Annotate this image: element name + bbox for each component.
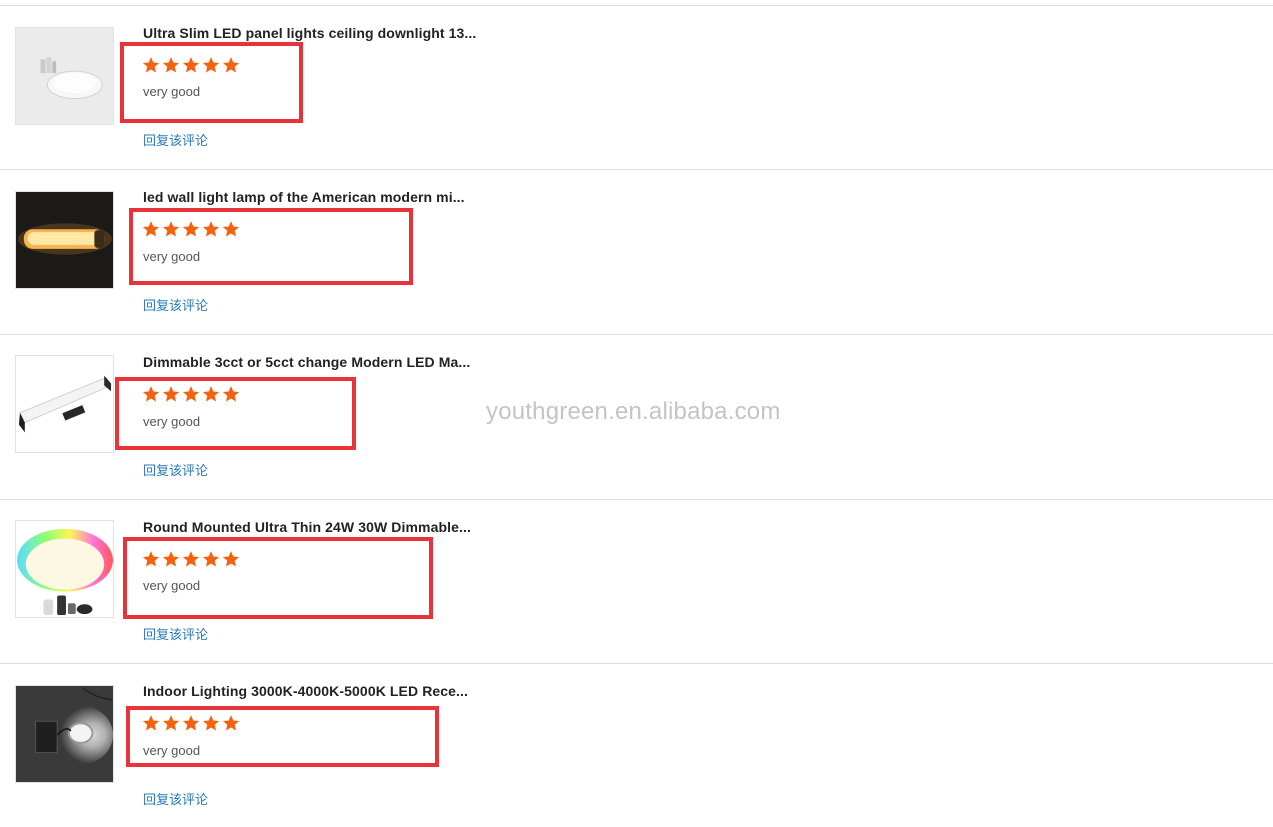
star-icon	[182, 56, 200, 74]
star-icon	[222, 550, 240, 568]
star-icon	[222, 220, 240, 238]
star-icon	[162, 220, 180, 238]
star-rating	[142, 550, 240, 568]
star-icon	[222, 385, 240, 403]
divider	[0, 499, 1273, 500]
review-comment: very good	[143, 249, 201, 264]
star-icon	[142, 385, 160, 403]
review-list-page: Ultra Slim LED panel lights ceiling down…	[0, 0, 1273, 827]
product-title[interactable]: Ultra Slim LED panel lights ceiling down…	[143, 25, 488, 41]
review-comment: very good	[143, 743, 201, 758]
star-icon	[162, 56, 180, 74]
recessed-downlight-icon[interactable]	[15, 685, 114, 783]
review-comment: very good	[143, 84, 201, 99]
divider	[0, 169, 1273, 170]
round-panel-light-icon[interactable]	[15, 27, 114, 125]
product-title[interactable]: Round Mounted Ultra Thin 24W 30W Dimmabl…	[143, 519, 488, 535]
star-icon	[142, 56, 160, 74]
reply-link[interactable]: 回复该评论	[143, 624, 208, 643]
star-icon	[182, 220, 200, 238]
star-icon	[202, 714, 220, 732]
star-icon	[202, 220, 220, 238]
star-icon	[142, 220, 160, 238]
star-icon	[202, 56, 220, 74]
star-icon	[182, 714, 200, 732]
star-icon	[142, 714, 160, 732]
star-icon	[162, 714, 180, 732]
star-rating	[142, 385, 240, 403]
star-rating	[142, 56, 240, 74]
star-rating	[142, 220, 240, 238]
star-icon	[182, 385, 200, 403]
highlight-box	[120, 42, 303, 123]
product-title[interactable]: Indoor Lighting 3000K-4000K-5000K LED Re…	[143, 683, 488, 699]
star-icon	[222, 714, 240, 732]
star-icon	[202, 550, 220, 568]
reply-link[interactable]: 回复该评论	[143, 295, 208, 314]
product-title[interactable]: led wall light lamp of the American mode…	[143, 189, 488, 205]
star-rating	[142, 714, 240, 732]
star-icon	[182, 550, 200, 568]
review-comment: very good	[143, 578, 201, 593]
product-title[interactable]: Dimmable 3cct or 5cct change Modern LED …	[143, 354, 488, 370]
reply-link[interactable]: 回复该评论	[143, 789, 208, 808]
star-icon	[162, 550, 180, 568]
mirror-bar-light-icon[interactable]	[15, 355, 114, 453]
star-icon	[222, 56, 240, 74]
reply-link[interactable]: 回复该评论	[143, 130, 208, 149]
star-icon	[162, 385, 180, 403]
divider	[0, 663, 1273, 664]
divider	[0, 334, 1273, 335]
star-icon	[142, 550, 160, 568]
divider	[0, 5, 1273, 6]
glowing-bar-lamp-icon[interactable]	[15, 191, 114, 289]
review-comment: very good	[143, 414, 201, 429]
rgb-ceiling-light-icon[interactable]	[15, 520, 114, 618]
star-icon	[202, 385, 220, 403]
watermark: youthgreen.en.alibaba.com	[486, 398, 781, 425]
reply-link[interactable]: 回复该评论	[143, 460, 208, 479]
